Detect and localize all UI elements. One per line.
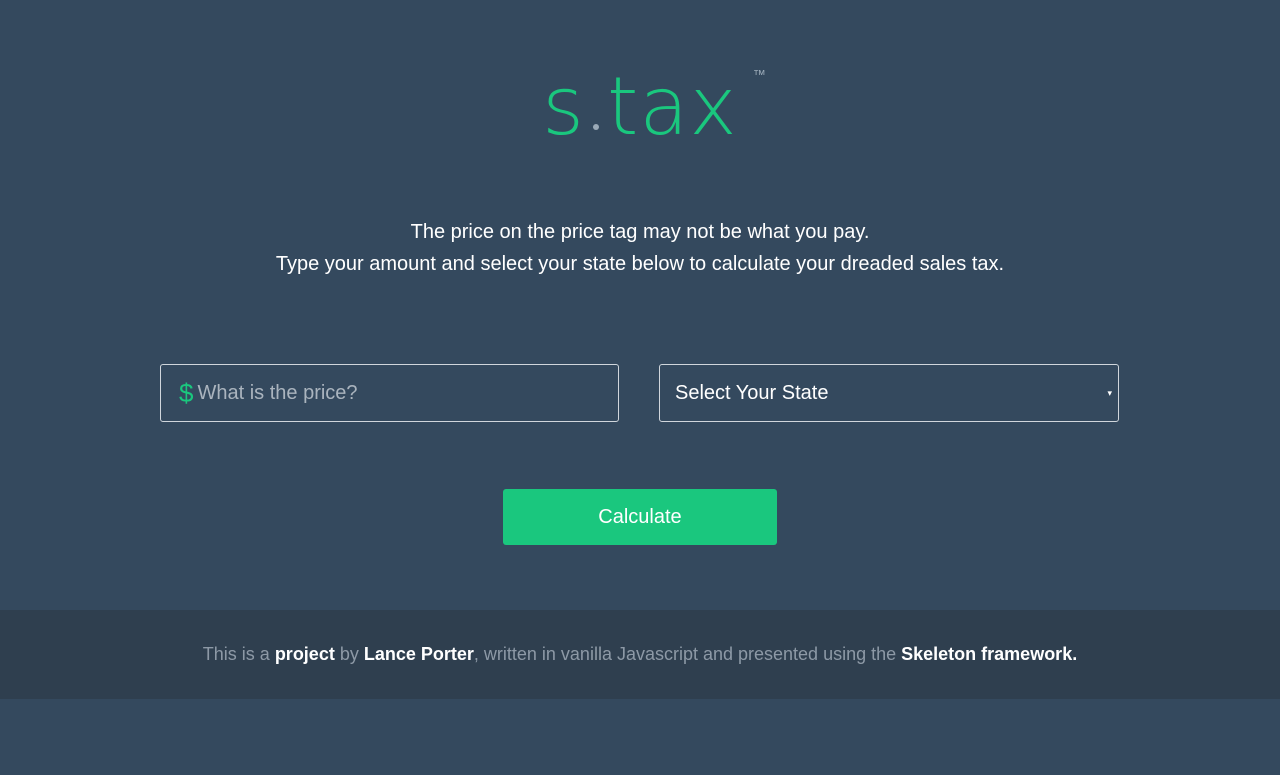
tagline-line-1: The price on the price tag may not be wh… <box>410 221 870 243</box>
calculate-button[interactable]: Calculate <box>503 489 777 545</box>
footer: This is a project by Lance Porter, writt… <box>0 610 1280 699</box>
logo-letter-s: s <box>542 60 585 153</box>
price-field[interactable]: $ <box>160 364 619 422</box>
logo-dot <box>592 124 599 130</box>
dollar-icon: $ <box>179 378 194 408</box>
footer-text-2: by <box>334 644 364 664</box>
page: s tax ™ The price on the price tag may no… <box>0 0 1280 775</box>
tagline: The price on the price tag may not be wh… <box>0 216 1280 280</box>
logo-letters-tax: tax <box>606 60 738 153</box>
logo: s tax ™ <box>0 62 1280 152</box>
footer-text-1: This is a <box>202 644 275 664</box>
state-select[interactable]: Select Your State ▾ <box>659 364 1119 422</box>
footer-link-project[interactable]: project <box>275 644 335 664</box>
state-select-value: Select Your State <box>675 381 829 404</box>
footer-text-3: , written in vanilla Javascript and pres… <box>473 644 902 664</box>
price-input[interactable] <box>197 365 618 421</box>
chevron-down-icon: ▾ <box>1107 387 1112 398</box>
footer-link-skeleton[interactable]: Skeleton framework. <box>901 644 1077 664</box>
footer-link-author[interactable]: Lance Porter <box>364 644 474 664</box>
trademark-symbol: ™ <box>752 67 766 82</box>
tagline-line-2: Type your amount and select your state b… <box>275 253 1005 275</box>
logo-wordmark: s tax ™ <box>542 60 765 153</box>
